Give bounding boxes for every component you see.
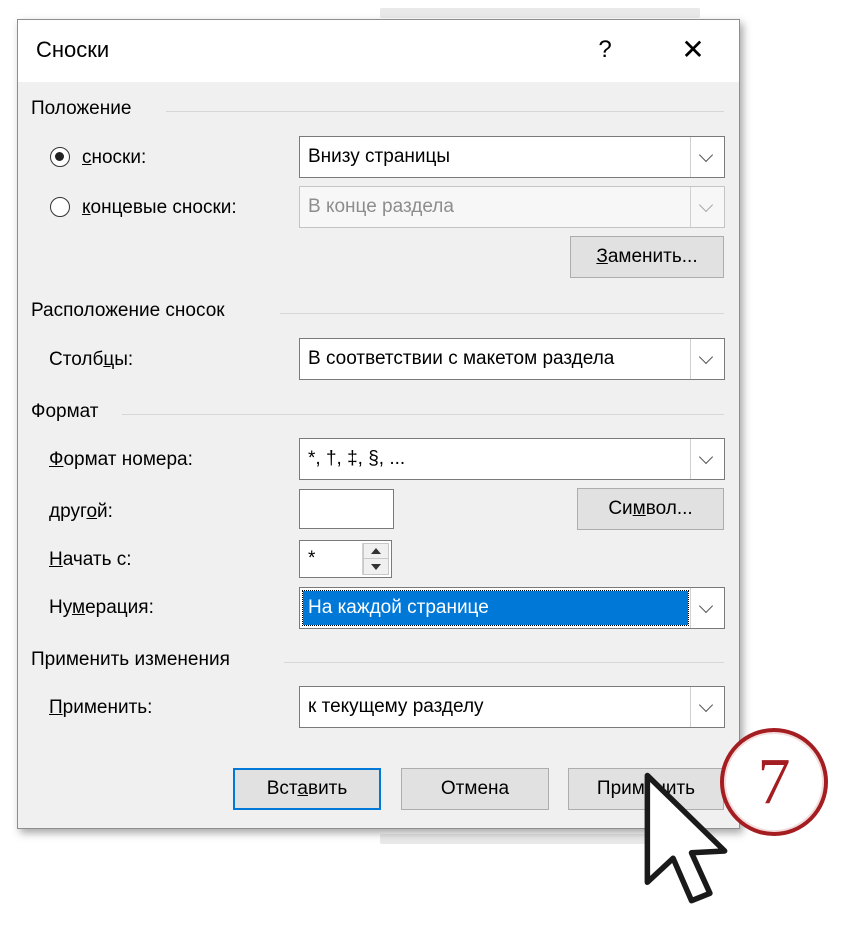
- columns-label: Столбцы:: [49, 349, 134, 370]
- section-apply-changes-label: Применить изменения: [31, 649, 230, 670]
- chevron-down-icon[interactable]: [690, 687, 724, 727]
- footnotes-label[interactable]: сноски:: [82, 147, 146, 169]
- title-bar: Сноски ? ✕: [18, 20, 739, 82]
- symbol-button[interactable]: Символ...: [577, 488, 724, 530]
- section-format-label: Формат: [31, 401, 99, 422]
- numbering-label: Нумерация:: [49, 597, 154, 618]
- help-button[interactable]: ?: [588, 30, 622, 70]
- section-position-label: Положение: [31, 98, 132, 119]
- mouse-pointer-icon: [644, 772, 728, 904]
- convert-button[interactable]: Заменить...: [570, 236, 724, 278]
- custom-mark-input[interactable]: [299, 489, 394, 529]
- start-at-label: Начать с:: [49, 549, 132, 570]
- section-divider: [280, 313, 724, 314]
- footnotes-dialog: Сноски ? ✕ Положение сноски: Внизу стран…: [17, 19, 740, 829]
- start-at-value: *: [308, 548, 316, 569]
- close-button[interactable]: ✕: [668, 30, 718, 70]
- columns-select[interactable]: В соответствии с макетом раздела: [299, 338, 725, 380]
- insert-button[interactable]: Вставить: [233, 768, 381, 810]
- step-number: 7: [757, 745, 791, 818]
- step-number-badge: 7: [720, 728, 828, 836]
- number-format-label: Формат номера:: [49, 449, 193, 470]
- spin-down-icon[interactable]: [363, 558, 389, 575]
- columns-value: В соответствии с макетом раздела: [308, 348, 615, 369]
- endnotes-radio[interactable]: [50, 197, 70, 217]
- cancel-button[interactable]: Отмена: [401, 768, 549, 810]
- section-divider: [284, 662, 724, 663]
- number-format-value: *, †, ‡, §, ...: [308, 448, 406, 469]
- numbering-value: На каждой странице: [308, 597, 489, 618]
- section-divider: [122, 414, 724, 415]
- footnotes-position-select[interactable]: Внизу страницы: [299, 136, 725, 178]
- number-format-select[interactable]: *, †, ‡, §, ...: [299, 438, 725, 480]
- chevron-down-icon[interactable]: [690, 137, 724, 177]
- start-at-stepper[interactable]: *: [299, 540, 392, 578]
- numbering-selection-highlight: На каждой странице: [302, 590, 689, 626]
- endnotes-position-select: В конце раздела: [299, 186, 725, 228]
- chevron-down-icon[interactable]: [690, 588, 724, 628]
- spin-buttons: [362, 543, 389, 575]
- chevron-down-icon[interactable]: [690, 339, 724, 379]
- section-layout-label: Расположение сносок: [31, 300, 225, 321]
- numbering-select[interactable]: На каждой странице: [299, 587, 725, 629]
- footnotes-radio[interactable]: [50, 147, 70, 167]
- apply-to-select[interactable]: к текущему разделу: [299, 686, 725, 728]
- endnotes-position-value: В конце раздела: [308, 196, 454, 217]
- background-text: [380, 8, 700, 18]
- chevron-down-icon: [690, 187, 724, 227]
- endnotes-label[interactable]: концевые сноски:: [82, 197, 237, 219]
- footnotes-position-value: Внизу страницы: [308, 146, 451, 167]
- chevron-down-icon[interactable]: [690, 439, 724, 479]
- apply-to-value: к текущему разделу: [308, 696, 484, 717]
- apply-to-label: Применить:: [49, 697, 153, 718]
- dialog-title: Сноски: [36, 37, 110, 62]
- custom-mark-label: другой:: [49, 501, 113, 522]
- section-divider: [166, 111, 724, 112]
